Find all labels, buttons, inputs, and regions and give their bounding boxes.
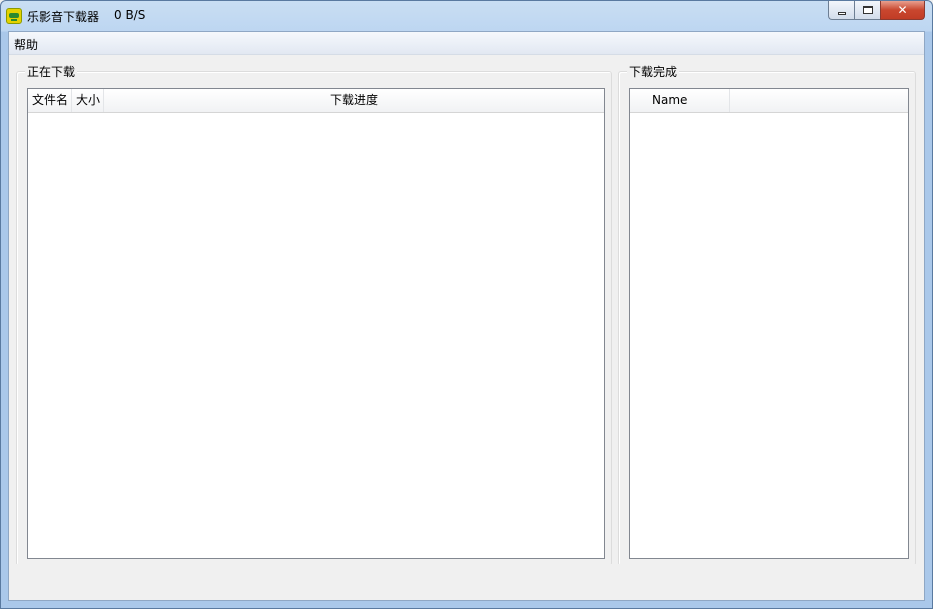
downloading-group-label: 正在下载	[25, 63, 78, 80]
download-speed: 0 B/S	[114, 8, 146, 22]
menu-help[interactable]: 帮助	[14, 36, 38, 53]
app-logo-icon	[6, 8, 22, 24]
completed-group-label: 下载完成	[627, 63, 680, 80]
title-bar[interactable]: 乐影音下载器 0 B/S ✕	[1, 1, 932, 31]
column-header-name[interactable]: Name	[630, 89, 730, 112]
window-title: 乐影音下载器	[27, 10, 100, 24]
completed-group: 下载完成 Name	[618, 63, 916, 566]
downloading-list-header: 文件名 大小 下载进度	[28, 89, 604, 113]
window-controls: ✕	[828, 1, 925, 21]
downloading-group: 正在下载 文件名 大小 下载进度	[16, 63, 612, 566]
client-area: 帮助 正在下载 文件名 大小 下载进度 下载完成 Name	[8, 31, 925, 601]
column-header-filename[interactable]: 文件名	[28, 89, 72, 112]
close-button[interactable]: ✕	[880, 1, 925, 20]
completed-list-header: Name	[630, 89, 908, 113]
downloading-list[interactable]: 文件名 大小 下载进度	[27, 88, 605, 559]
column-header-progress[interactable]: 下载进度	[104, 89, 604, 112]
maximize-icon	[862, 6, 873, 14]
column-header-size[interactable]: 大小	[72, 89, 104, 112]
app-window: 乐影音下载器 0 B/S ✕ 帮助 正在下载 文件名 大小 下载进度 下载完成 …	[0, 0, 933, 609]
maximize-button[interactable]	[854, 1, 880, 20]
minimize-button[interactable]	[828, 1, 854, 20]
minimize-icon	[837, 11, 846, 15]
completed-list[interactable]: Name	[629, 88, 909, 559]
menu-bar: 帮助	[9, 32, 924, 55]
close-icon: ✕	[897, 3, 908, 17]
status-strip	[9, 564, 924, 600]
